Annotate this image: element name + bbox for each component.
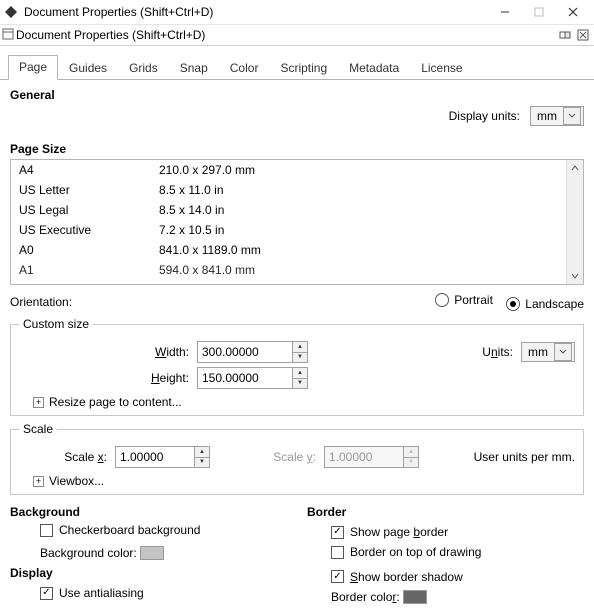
checkbox-border-on-top[interactable]: Border on top of drawing [331, 545, 481, 559]
window-title: Document Properties (Shift+Ctrl+D) [24, 5, 213, 19]
display-units-label: Display units: [449, 109, 520, 123]
orientation-row: Orientation: Portrait Landscape [10, 293, 584, 311]
scale-x-field[interactable] [116, 447, 194, 467]
scale-x-label: Scale x: [19, 450, 107, 464]
radio-portrait[interactable]: Portrait [435, 293, 493, 307]
custom-units-label: Units: [482, 345, 513, 359]
spin-down-icon: ▼ [404, 458, 418, 468]
list-item[interactable]: US Letter 8.5 x 11.0 in [11, 180, 567, 200]
width-label: Width: [19, 345, 189, 359]
checkbox-icon [331, 526, 344, 539]
panel-icon [2, 28, 14, 43]
radio-icon [506, 297, 520, 311]
fieldset-custom-size: Custom size Width: ▲▼ Units: mm Height: … [10, 317, 584, 416]
list-item[interactable]: US Executive 7.2 x 10.5 in [11, 220, 567, 240]
border-color-label: Border color: [331, 590, 400, 604]
scroll-up-icon[interactable] [567, 160, 583, 176]
border-color-swatch[interactable] [403, 590, 427, 604]
expander-resize-to-content[interactable]: + Resize page to content... [33, 395, 182, 409]
checkbox-icon [331, 546, 344, 559]
list-item[interactable]: A1 594.0 x 841.0 mm [11, 260, 567, 280]
app-icon [4, 5, 18, 19]
height-label: Height: [19, 371, 189, 385]
checkbox-icon [40, 587, 53, 600]
scale-y-field [325, 447, 403, 467]
tab-scripting[interactable]: Scripting [269, 56, 338, 80]
tab-snap[interactable]: Snap [169, 56, 219, 80]
panel-header: Document Properties (Shift+Ctrl+D) [0, 25, 594, 46]
spin-up-icon[interactable]: ▲ [195, 447, 209, 458]
checkbox-checkerboard[interactable]: Checkerboard background [40, 523, 200, 537]
scale-y-label: Scale y: [256, 450, 316, 464]
panel-close-icon[interactable] [576, 28, 590, 42]
tab-color[interactable]: Color [219, 56, 270, 80]
heading-border: Border [307, 505, 584, 519]
spin-down-icon[interactable]: ▼ [293, 353, 307, 363]
custom-units-select[interactable]: mm [521, 342, 575, 362]
spin-down-icon[interactable]: ▼ [293, 379, 307, 389]
heading-display: Display [10, 566, 287, 580]
expand-icon: + [33, 397, 44, 408]
height-field[interactable] [198, 368, 292, 388]
titlebar: Document Properties (Shift+Ctrl+D) [0, 0, 594, 25]
tab-license[interactable]: License [410, 56, 473, 80]
heading-general: General [10, 88, 584, 102]
checkbox-show-border[interactable]: Show page border [331, 525, 448, 539]
height-input[interactable]: ▲▼ [197, 367, 308, 389]
display-units-row: Display units: mm [10, 106, 584, 126]
radio-icon [435, 293, 449, 307]
fieldset-scale: Scale Scale x: ▲▼ Scale y: ▲▼ User units… [10, 422, 584, 495]
radio-landscape[interactable]: Landscape [506, 297, 584, 311]
dock-icon[interactable] [558, 28, 572, 42]
expand-icon: + [33, 476, 44, 487]
scale-y-input: ▲▼ [324, 446, 419, 468]
checkbox-icon [40, 524, 53, 537]
heading-page-size: Page Size [10, 142, 584, 156]
list-item[interactable]: US Legal 8.5 x 14.0 in [11, 200, 567, 220]
spin-up-icon[interactable]: ▲ [293, 368, 307, 379]
scale-x-input[interactable]: ▲▼ [115, 446, 210, 468]
tab-strip: Page Guides Grids Snap Color Scripting M… [0, 46, 594, 80]
spin-up-icon[interactable]: ▲ [293, 342, 307, 353]
checkbox-icon [331, 570, 344, 583]
expander-viewbox[interactable]: + Viewbox... [33, 474, 104, 488]
tab-grids[interactable]: Grids [118, 56, 169, 80]
tab-page[interactable]: Page [8, 55, 58, 80]
show-border-label: Show page border [350, 525, 448, 539]
chevron-down-icon [563, 107, 581, 125]
page-size-list[interactable]: A4 210.0 x 297.0 mm US Letter 8.5 x 11.0… [10, 159, 584, 285]
display-units-value: mm [537, 109, 557, 123]
width-field[interactable] [198, 342, 292, 362]
list-item[interactable]: A4 210.0 x 297.0 mm [11, 160, 567, 180]
legend-scale: Scale [19, 422, 57, 436]
heading-background: Background [10, 505, 287, 519]
spin-down-icon[interactable]: ▼ [195, 458, 209, 468]
chevron-down-icon [554, 343, 572, 361]
background-color-swatch[interactable] [140, 546, 164, 560]
checkbox-border-shadow[interactable]: Show border shadow [331, 570, 463, 584]
page-content: General Display units: mm Page Size A4 2… [0, 80, 594, 604]
tab-metadata[interactable]: Metadata [338, 56, 410, 80]
panel-title: Document Properties (Shift+Ctrl+D) [16, 28, 205, 42]
border-shadow-label: Show border shadow [350, 570, 463, 584]
spin-up-icon: ▲ [404, 447, 418, 458]
maximize-button[interactable] [522, 0, 556, 24]
scrollbar[interactable] [566, 160, 583, 284]
background-color-label: Background color: [40, 546, 137, 560]
display-units-select[interactable]: mm [530, 106, 584, 126]
orientation-label: Orientation: [10, 295, 72, 309]
close-button[interactable] [556, 0, 590, 24]
tab-guides[interactable]: Guides [58, 56, 118, 80]
width-input[interactable]: ▲▼ [197, 341, 308, 363]
scale-suffix: User units per mm. [474, 450, 575, 464]
legend-custom-size: Custom size [19, 317, 93, 331]
scroll-down-icon[interactable] [567, 268, 583, 284]
list-item[interactable]: A0 841.0 x 1189.0 mm [11, 240, 567, 260]
minimize-button[interactable] [488, 0, 522, 24]
checkbox-antialiasing[interactable]: Use antialiasing [40, 586, 144, 600]
